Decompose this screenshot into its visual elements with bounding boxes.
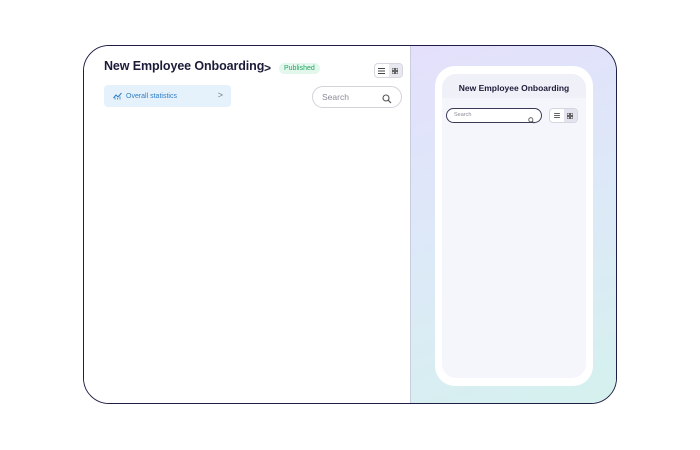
mobile-preview-panel: New Employee Onboarding Search bbox=[410, 46, 616, 403]
grid-view-icon[interactable] bbox=[563, 109, 577, 122]
grid-view-icon[interactable] bbox=[388, 64, 402, 77]
preview-title: New Employee Onboarding bbox=[458, 83, 570, 93]
search-placeholder: Search bbox=[322, 92, 349, 102]
overall-statistics-label: Overall statistics bbox=[126, 92, 177, 100]
chart-icon bbox=[113, 92, 122, 100]
breadcrumb-chevron[interactable]: > bbox=[264, 61, 271, 75]
preview-search-placeholder: Search bbox=[454, 112, 472, 118]
preview-view-toggle[interactable] bbox=[549, 108, 578, 123]
search-icon[interactable] bbox=[382, 91, 392, 109]
editor-panel: New Employee Onboarding > Published Over… bbox=[84, 46, 410, 403]
phone-header: New Employee Onboarding bbox=[442, 74, 586, 98]
list-view-icon[interactable] bbox=[375, 64, 389, 77]
app-frame: New Employee Onboarding > Published Over… bbox=[83, 45, 617, 404]
overall-statistics-button[interactable]: Overall statistics > bbox=[104, 85, 231, 107]
status-badge: Published bbox=[279, 63, 320, 74]
search-input[interactable]: Search bbox=[312, 86, 402, 108]
view-toggle[interactable] bbox=[374, 63, 403, 78]
preview-search-input[interactable]: Search bbox=[446, 108, 542, 124]
list-view-icon[interactable] bbox=[550, 109, 564, 122]
page-title: New Employee Onboarding bbox=[104, 59, 265, 73]
search-icon[interactable] bbox=[528, 111, 535, 129]
phone-screen: New Employee Onboarding Search bbox=[442, 74, 586, 378]
phone-frame: New Employee Onboarding Search bbox=[435, 66, 593, 386]
chevron-right-icon: > bbox=[217, 90, 223, 100]
